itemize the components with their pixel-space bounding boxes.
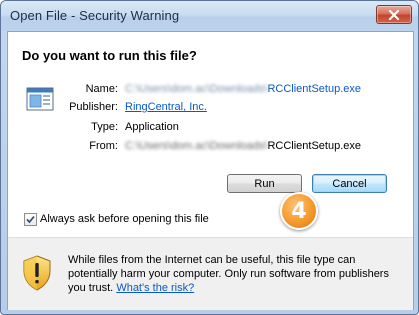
dialog-content: Do you want to run this file? Name: C:\U… (7, 31, 414, 310)
type-label: Type: (91, 121, 118, 133)
name-path-obscured: C:\Users\dom.ac\Downloads\ (125, 83, 268, 95)
window-title: Open File - Security Warning (10, 8, 180, 23)
security-warning-dialog: Open File - Security Warning Do you want… (0, 0, 419, 315)
close-x-icon (388, 9, 400, 20)
type-value: Application (125, 121, 179, 133)
name-value: C:\Users\dom.ac\Downloads\RCClientSetup.… (125, 83, 361, 95)
publisher-label: Publisher: (69, 101, 118, 113)
close-button[interactable] (376, 5, 412, 24)
dialog-heading: Do you want to run this file? (22, 48, 197, 63)
cancel-button[interactable]: Cancel (312, 174, 387, 193)
name-label: Name: (85, 83, 118, 95)
warning-message: While files from the Internet can be use… (68, 253, 398, 295)
from-value: C:\Users\dom.ac\Downloads\RCClientSetup.… (125, 140, 361, 152)
checkmark-icon (26, 215, 35, 224)
step-number-badge: 4 (280, 192, 318, 230)
publisher-link[interactable]: RingCentral, Inc. (125, 101, 207, 113)
always-ask-label[interactable]: Always ask before opening this file (40, 213, 209, 225)
from-filename: RCClientSetup.exe (267, 140, 362, 152)
always-ask-checkbox[interactable] (24, 213, 37, 226)
title-bar[interactable]: Open File - Security Warning (1, 1, 418, 31)
run-button[interactable]: Run (227, 174, 302, 193)
security-shield-icon (23, 255, 51, 291)
name-filename: RCClientSetup.exe (267, 83, 362, 95)
whats-the-risk-link[interactable]: What's the risk? (116, 282, 194, 294)
warning-panel: While files from the Internet can be use… (8, 237, 413, 310)
from-path-obscured: C:\Users\dom.ac\Downloads\ (125, 140, 268, 152)
from-label: From: (89, 140, 118, 152)
